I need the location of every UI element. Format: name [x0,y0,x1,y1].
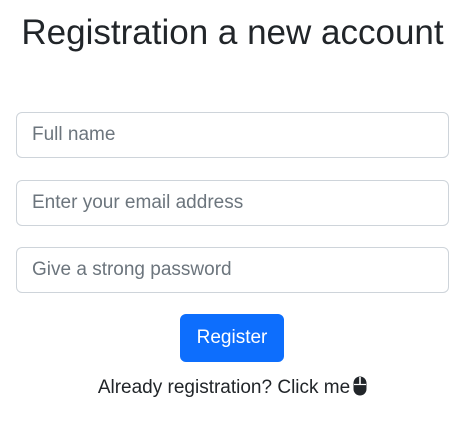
mouse-icon [353,376,367,405]
login-link[interactable]: Already registration? Click me [0,374,465,405]
password-input[interactable] [16,247,449,293]
email-input[interactable] [16,180,449,226]
register-button[interactable]: Register [180,314,284,362]
page-title: Registration a new account [21,13,444,52]
login-link-text: Already registration? Click me [97,377,351,398]
full-name-input[interactable] [16,112,449,158]
